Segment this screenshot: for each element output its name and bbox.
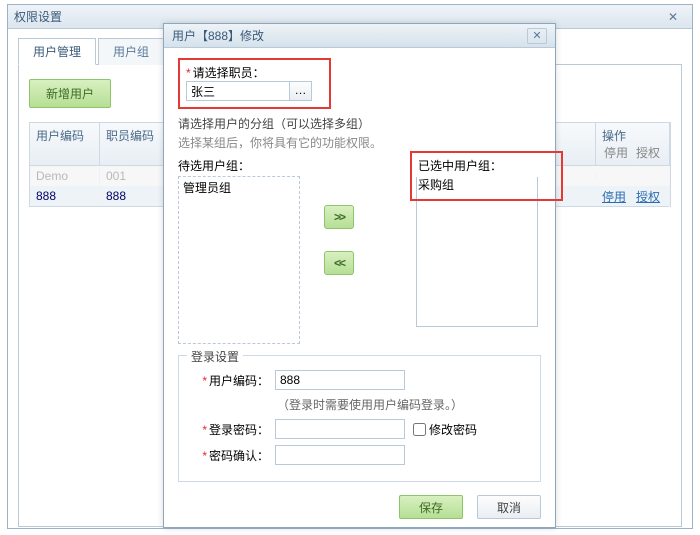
- available-groups-column: 待选用户组： 管理员组: [178, 157, 300, 344]
- selected-first-item: 采购组: [418, 176, 555, 193]
- pick-employee-label: *请选择职员：: [186, 64, 323, 81]
- cell-emp-code: 888: [100, 187, 170, 205]
- add-user-button[interactable]: 新增用户: [29, 79, 111, 108]
- selected-groups-label: 已选中用户组：: [418, 157, 555, 174]
- change-password-label: 修改密码: [429, 421, 477, 438]
- dialog-body: *请选择职员： … 请选择用户的分组（可以选择多组） 选择某组后，你将具有它的功…: [164, 48, 555, 490]
- cell-user-code: Demo: [30, 167, 100, 185]
- col-op-label: 操作: [602, 127, 663, 144]
- cell-ops: [596, 174, 670, 178]
- highlight-selected-groups: 已选中用户组： 采购组: [410, 151, 563, 201]
- move-left-button[interactable]: <<: [324, 251, 354, 275]
- group-hint-1: 请选择用户的分组（可以选择多组）: [178, 115, 541, 132]
- group-hint-2: 选择某组后，你将具有它的功能权限。: [178, 134, 541, 151]
- change-password-checkbox[interactable]: 修改密码: [413, 421, 477, 438]
- user-code-input[interactable]: [275, 370, 405, 390]
- col-op-sub: 停用 授权: [602, 144, 663, 161]
- move-right-button[interactable]: >>: [324, 205, 354, 229]
- selected-groups-column: 已选中用户组： 采购组: [416, 157, 538, 327]
- list-item[interactable]: 管理员组: [183, 179, 295, 196]
- login-settings-fieldset: 登录设置 *用户编码： （登录时需要使用用户编码登录。） *登录密码： 修改密码…: [178, 355, 541, 482]
- tab-user-management[interactable]: 用户管理: [18, 38, 96, 65]
- cell-ops: 停用 授权: [596, 186, 670, 207]
- password-confirm-label: *密码确认：: [189, 447, 269, 464]
- window-close-icon[interactable]: ✕: [660, 9, 686, 25]
- user-code-label: *用户编码：: [189, 372, 269, 389]
- employee-input[interactable]: [186, 81, 290, 101]
- cell-emp-code: 001: [100, 167, 170, 185]
- col-user-code: 用户编码: [30, 123, 100, 165]
- user-code-row: *用户编码：: [189, 370, 530, 390]
- transfer-buttons: >> <<: [324, 205, 354, 275]
- available-groups-listbox[interactable]: 管理员组: [178, 176, 300, 344]
- dialog-close-icon[interactable]: ✕: [527, 28, 547, 44]
- op-authorize-link[interactable]: 授权: [636, 190, 660, 204]
- required-star-icon: *: [202, 449, 207, 463]
- password-confirm-input[interactable]: [275, 445, 405, 465]
- available-groups-label: 待选用户组：: [178, 157, 300, 174]
- dialog-titlebar: 用户【888】修改 ✕: [164, 24, 555, 48]
- dialog-title: 用户【888】修改: [172, 27, 527, 44]
- cancel-button[interactable]: 取消: [477, 495, 541, 519]
- save-button[interactable]: 保存: [399, 495, 463, 519]
- required-star-icon: *: [202, 423, 207, 437]
- col-operations: 操作 停用 授权: [596, 123, 670, 165]
- col-op-disable: 停用: [604, 144, 628, 161]
- password-row: *登录密码： 修改密码: [189, 419, 530, 439]
- tab-user-group[interactable]: 用户组: [98, 38, 164, 65]
- required-star-icon: *: [186, 66, 191, 80]
- col-emp-code: 职员编码: [100, 123, 170, 165]
- edit-user-dialog: 用户【888】修改 ✕ *请选择职员： … 请选择用户的分组（可以选择多组） 选…: [163, 23, 556, 528]
- employee-picker: …: [186, 81, 323, 101]
- col-op-authorize: 授权: [636, 144, 660, 161]
- required-star-icon: *: [202, 374, 207, 388]
- user-code-note: （登录时需要使用用户编码登录。）: [277, 396, 530, 413]
- password-confirm-row: *密码确认：: [189, 445, 530, 465]
- dialog-footer: 保存 取消: [399, 495, 541, 519]
- password-input[interactable]: [275, 419, 405, 439]
- login-settings-legend: 登录设置: [187, 348, 243, 365]
- password-label: *登录密码：: [189, 421, 269, 438]
- group-transfer: 待选用户组： 管理员组 >> << 已选中用户组： 采购组: [178, 157, 541, 347]
- op-disable-link[interactable]: 停用: [602, 190, 626, 204]
- employee-lookup-button[interactable]: …: [290, 81, 312, 101]
- highlight-employee-picker: *请选择职员： …: [178, 58, 331, 109]
- cell-user-code: 888: [30, 187, 100, 205]
- change-password-box[interactable]: [413, 423, 426, 436]
